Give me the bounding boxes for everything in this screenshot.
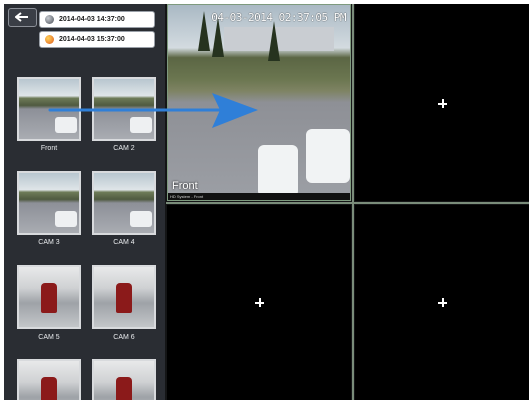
camera-label: CAM 4 bbox=[113, 239, 135, 246]
grid-divider-horizontal bbox=[166, 202, 529, 204]
grid-cell-empty-bottom-left[interactable] bbox=[167, 205, 351, 400]
camera-label: Front bbox=[40, 145, 58, 152]
feed-camera-name: Front bbox=[172, 180, 198, 192]
end-time-button[interactable]: 2014-04-03 15:37:00 bbox=[39, 31, 155, 48]
camera-thumbnail-cam3[interactable] bbox=[17, 171, 81, 235]
start-time-label: 2014-04-03 14:37:00 bbox=[59, 16, 125, 23]
camera-label: CAM 3 bbox=[38, 239, 60, 246]
camera-label: CAM 6 bbox=[113, 334, 135, 341]
back-arrow-icon bbox=[15, 12, 28, 22]
grid-cell-live-feed[interactable]: 04-03-2014 02:37:05 PM Front HD System -… bbox=[167, 4, 351, 201]
camera-label: CAM 5 bbox=[38, 334, 60, 341]
end-time-label: 2014-04-03 15:37:00 bbox=[59, 36, 125, 43]
plus-icon[interactable] bbox=[255, 298, 264, 307]
feed-car bbox=[306, 129, 350, 183]
feed-timestamp: 04-03-2014 02:37:05 PM bbox=[211, 11, 346, 24]
grid-cell-empty-bottom-right[interactable] bbox=[355, 205, 529, 400]
feed-subtitle: HD System - Front bbox=[168, 193, 350, 200]
plus-icon[interactable] bbox=[438, 99, 447, 108]
plus-icon[interactable] bbox=[438, 298, 447, 307]
camera-thumbnail-cam8[interactable] bbox=[92, 359, 156, 400]
grid-divider-vertical bbox=[352, 4, 354, 400]
camera-sidebar: 2014-04-03 14:37:00 2014-04-03 15:37:00 … bbox=[4, 4, 165, 400]
app-window: 2014-04-03 14:37:00 2014-04-03 15:37:00 … bbox=[4, 4, 529, 400]
feed-image bbox=[168, 5, 350, 200]
feed-tree bbox=[198, 11, 210, 51]
feed-tree bbox=[268, 21, 280, 61]
live-feed: 04-03-2014 02:37:05 PM Front HD System -… bbox=[167, 4, 351, 201]
camera-thumbnail-cam4[interactable] bbox=[92, 171, 156, 235]
camera-grid: 04-03-2014 02:37:05 PM Front HD System -… bbox=[166, 4, 529, 400]
camera-thumbnail-front[interactable] bbox=[17, 77, 81, 141]
camera-label: CAM 2 bbox=[113, 145, 135, 152]
grid-cell-empty-top-right[interactable] bbox=[355, 4, 529, 201]
back-button[interactable] bbox=[8, 8, 37, 27]
feed-car bbox=[258, 145, 298, 197]
clock-icon bbox=[45, 35, 54, 44]
camera-thumbnail-cam6[interactable] bbox=[92, 265, 156, 329]
start-time-button[interactable]: 2014-04-03 14:37:00 bbox=[39, 11, 155, 28]
camera-thumbnail-cam7[interactable] bbox=[17, 359, 81, 400]
camera-thumbnail-cam5[interactable] bbox=[17, 265, 81, 329]
camera-thumbnail-cam2[interactable] bbox=[92, 77, 156, 141]
clock-icon bbox=[45, 15, 54, 24]
